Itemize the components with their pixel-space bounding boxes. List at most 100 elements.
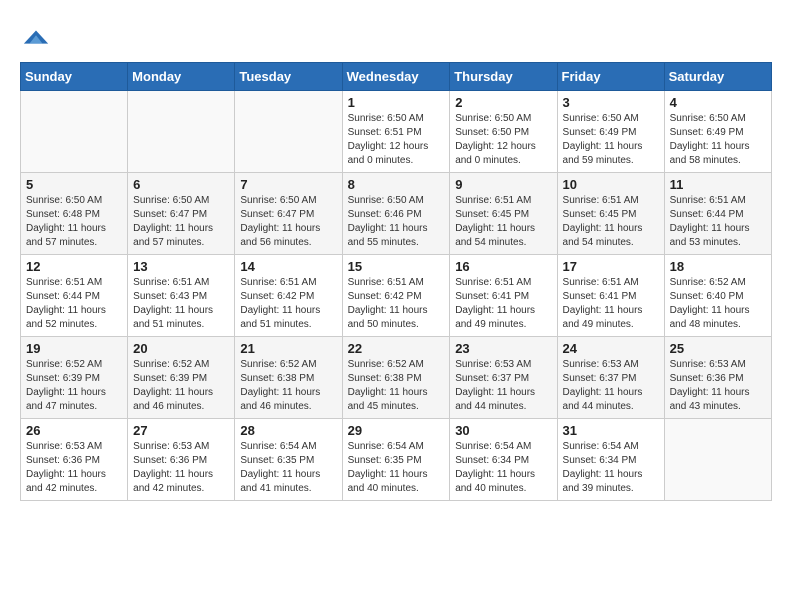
day-cell	[21, 91, 128, 173]
day-info: Sunrise: 6:54 AM Sunset: 6:34 PM Dayligh…	[563, 440, 659, 496]
day-number: 24	[563, 341, 659, 356]
day-number: 28	[240, 423, 336, 438]
day-info: Sunrise: 6:54 AM Sunset: 6:35 PM Dayligh…	[348, 440, 445, 496]
logo-icon	[22, 24, 50, 52]
day-info: Sunrise: 6:52 AM Sunset: 6:39 PM Dayligh…	[133, 358, 229, 414]
day-cell: 10 Sunrise: 6:51 AM Sunset: 6:45 PM Dayli…	[557, 173, 664, 255]
day-info: Sunrise: 6:52 AM Sunset: 6:39 PM Dayligh…	[26, 358, 122, 414]
day-cell: 12 Sunrise: 6:51 AM Sunset: 6:44 PM Dayli…	[21, 255, 128, 337]
day-number: 11	[670, 177, 766, 192]
day-cell: 21 Sunrise: 6:52 AM Sunset: 6:38 PM Dayli…	[235, 337, 342, 419]
day-info: Sunrise: 6:50 AM Sunset: 6:49 PM Dayligh…	[670, 112, 766, 168]
day-cell: 27Sunrise: 6:53 AM Sunset: 6:36 PM Dayli…	[128, 419, 235, 501]
day-number: 20	[133, 341, 229, 356]
day-cell: 5 Sunrise: 6:50 AM Sunset: 6:48 PM Daylig…	[21, 173, 128, 255]
day-info: Sunrise: 6:51 AM Sunset: 6:45 PM Dayligh…	[563, 194, 659, 250]
day-info: Sunrise: 6:52 AM Sunset: 6:38 PM Dayligh…	[348, 358, 445, 414]
day-cell: 6 Sunrise: 6:50 AM Sunset: 6:47 PM Daylig…	[128, 173, 235, 255]
day-info: Sunrise: 6:50 AM Sunset: 6:49 PM Dayligh…	[563, 112, 659, 168]
day-number: 30	[455, 423, 551, 438]
day-info: Sunrise: 6:51 AM Sunset: 6:45 PM Dayligh…	[455, 194, 551, 250]
day-number: 14	[240, 259, 336, 274]
weekday-header-tuesday: Tuesday	[235, 63, 342, 91]
day-info: Sunrise: 6:53 AM Sunset: 6:36 PM Dayligh…	[26, 440, 122, 496]
day-cell	[664, 419, 771, 501]
day-number: 21	[240, 341, 336, 356]
day-number: 17	[563, 259, 659, 274]
day-number: 1	[348, 95, 445, 110]
day-info: Sunrise: 6:53 AM Sunset: 6:37 PM Dayligh…	[563, 358, 659, 414]
day-cell: 24 Sunrise: 6:53 AM Sunset: 6:37 PM Dayli…	[557, 337, 664, 419]
day-number: 2	[455, 95, 551, 110]
day-cell: 2 Sunrise: 6:50 AM Sunset: 6:50 PM Daylig…	[450, 91, 557, 173]
week-row-2: 5 Sunrise: 6:50 AM Sunset: 6:48 PM Daylig…	[21, 173, 772, 255]
day-number: 13	[133, 259, 229, 274]
day-info: Sunrise: 6:51 AM Sunset: 6:41 PM Dayligh…	[455, 276, 551, 332]
day-cell: 15 Sunrise: 6:51 AM Sunset: 6:42 PM Dayli…	[342, 255, 450, 337]
page: SundayMondayTuesdayWednesdayThursdayFrid…	[0, 0, 792, 511]
day-cell: 8Sunrise: 6:50 AM Sunset: 6:46 PM Daylig…	[342, 173, 450, 255]
day-info: Sunrise: 6:51 AM Sunset: 6:42 PM Dayligh…	[348, 276, 445, 332]
logo	[20, 24, 52, 52]
day-cell	[128, 91, 235, 173]
week-row-1: 1 Sunrise: 6:50 AM Sunset: 6:51 PM Daylig…	[21, 91, 772, 173]
day-info: Sunrise: 6:53 AM Sunset: 6:37 PM Dayligh…	[455, 358, 551, 414]
day-info: Sunrise: 6:50 AM Sunset: 6:47 PM Dayligh…	[240, 194, 336, 250]
day-cell: 29 Sunrise: 6:54 AM Sunset: 6:35 PM Dayli…	[342, 419, 450, 501]
day-info: Sunrise: 6:50 AM Sunset: 6:50 PM Dayligh…	[455, 112, 551, 168]
day-number: 15	[348, 259, 445, 274]
day-number: 5	[26, 177, 122, 192]
day-cell: 4 Sunrise: 6:50 AM Sunset: 6:49 PM Daylig…	[664, 91, 771, 173]
day-cell: 31Sunrise: 6:54 AM Sunset: 6:34 PM Dayli…	[557, 419, 664, 501]
day-info: Sunrise: 6:54 AM Sunset: 6:35 PM Dayligh…	[240, 440, 336, 496]
day-info: Sunrise: 6:50 AM Sunset: 6:51 PM Dayligh…	[348, 112, 445, 168]
day-cell: 26Sunrise: 6:53 AM Sunset: 6:36 PM Dayli…	[21, 419, 128, 501]
day-info: Sunrise: 6:50 AM Sunset: 6:47 PM Dayligh…	[133, 194, 229, 250]
day-number: 10	[563, 177, 659, 192]
day-info: Sunrise: 6:53 AM Sunset: 6:36 PM Dayligh…	[670, 358, 766, 414]
day-info: Sunrise: 6:53 AM Sunset: 6:36 PM Dayligh…	[133, 440, 229, 496]
day-cell: 30 Sunrise: 6:54 AM Sunset: 6:34 PM Dayli…	[450, 419, 557, 501]
weekday-header-wednesday: Wednesday	[342, 63, 450, 91]
week-row-4: 19Sunrise: 6:52 AM Sunset: 6:39 PM Dayli…	[21, 337, 772, 419]
day-cell: 11Sunrise: 6:51 AM Sunset: 6:44 PM Dayli…	[664, 173, 771, 255]
day-cell: 28 Sunrise: 6:54 AM Sunset: 6:35 PM Dayli…	[235, 419, 342, 501]
day-number: 16	[455, 259, 551, 274]
week-row-3: 12 Sunrise: 6:51 AM Sunset: 6:44 PM Dayli…	[21, 255, 772, 337]
day-number: 4	[670, 95, 766, 110]
day-cell	[235, 91, 342, 173]
day-cell: 3 Sunrise: 6:50 AM Sunset: 6:49 PM Daylig…	[557, 91, 664, 173]
day-cell: 20 Sunrise: 6:52 AM Sunset: 6:39 PM Dayli…	[128, 337, 235, 419]
day-cell: 9Sunrise: 6:51 AM Sunset: 6:45 PM Daylig…	[450, 173, 557, 255]
weekday-header-saturday: Saturday	[664, 63, 771, 91]
weekday-header-friday: Friday	[557, 63, 664, 91]
day-number: 6	[133, 177, 229, 192]
day-info: Sunrise: 6:54 AM Sunset: 6:34 PM Dayligh…	[455, 440, 551, 496]
day-number: 7	[240, 177, 336, 192]
day-info: Sunrise: 6:52 AM Sunset: 6:38 PM Dayligh…	[240, 358, 336, 414]
day-number: 3	[563, 95, 659, 110]
day-cell: 14 Sunrise: 6:51 AM Sunset: 6:42 PM Dayli…	[235, 255, 342, 337]
day-info: Sunrise: 6:51 AM Sunset: 6:43 PM Dayligh…	[133, 276, 229, 332]
day-cell: 22 Sunrise: 6:52 AM Sunset: 6:38 PM Dayli…	[342, 337, 450, 419]
day-info: Sunrise: 6:51 AM Sunset: 6:41 PM Dayligh…	[563, 276, 659, 332]
day-info: Sunrise: 6:50 AM Sunset: 6:46 PM Dayligh…	[348, 194, 445, 250]
day-number: 22	[348, 341, 445, 356]
day-info: Sunrise: 6:51 AM Sunset: 6:44 PM Dayligh…	[26, 276, 122, 332]
day-info: Sunrise: 6:51 AM Sunset: 6:42 PM Dayligh…	[240, 276, 336, 332]
day-number: 23	[455, 341, 551, 356]
day-cell: 23 Sunrise: 6:53 AM Sunset: 6:37 PM Dayli…	[450, 337, 557, 419]
header	[20, 20, 772, 52]
day-cell: 25Sunrise: 6:53 AM Sunset: 6:36 PM Dayli…	[664, 337, 771, 419]
day-cell: 7 Sunrise: 6:50 AM Sunset: 6:47 PM Daylig…	[235, 173, 342, 255]
weekday-header-row: SundayMondayTuesdayWednesdayThursdayFrid…	[21, 63, 772, 91]
day-number: 12	[26, 259, 122, 274]
weekday-header-sunday: Sunday	[21, 63, 128, 91]
weekday-header-thursday: Thursday	[450, 63, 557, 91]
day-number: 29	[348, 423, 445, 438]
calendar-table: SundayMondayTuesdayWednesdayThursdayFrid…	[20, 62, 772, 501]
weekday-header-monday: Monday	[128, 63, 235, 91]
day-cell: 18Sunrise: 6:52 AM Sunset: 6:40 PM Dayli…	[664, 255, 771, 337]
day-number: 18	[670, 259, 766, 274]
day-info: Sunrise: 6:50 AM Sunset: 6:48 PM Dayligh…	[26, 194, 122, 250]
